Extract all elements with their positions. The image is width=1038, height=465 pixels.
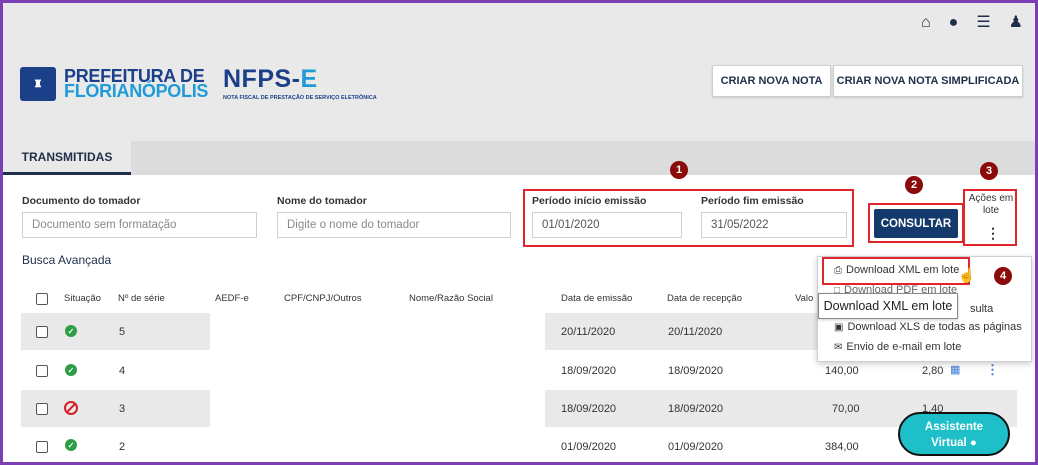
- name-input[interactable]: Digite o nome do tomador: [277, 212, 511, 238]
- top-icons: ⌂ ● ☰ ♟: [921, 15, 1023, 31]
- badge-3: 3: [980, 162, 998, 180]
- col-serie: Nº de série: [118, 293, 165, 304]
- row-blank-cells: [210, 390, 545, 427]
- globe-icon[interactable]: ●: [949, 15, 959, 31]
- row-serie: 3: [119, 403, 126, 415]
- virtual-assistant-button[interactable]: Assistente Virtual ●: [898, 412, 1010, 456]
- row-recepcao: 01/09/2020: [668, 441, 724, 453]
- app-title-accent: E: [300, 65, 318, 93]
- col-recepcao: Data de recepção: [667, 293, 742, 304]
- advanced-search-link[interactable]: Busca Avançada: [22, 253, 111, 267]
- app-frame: ⌂ ● ☰ ♟ ♜ PREFEITURA DE FLORIANÓPOLIS NF…: [0, 0, 1038, 465]
- menu-item-email[interactable]: ✉ Envio de e-mail em lote: [834, 341, 961, 353]
- row-checkbox[interactable]: [36, 326, 48, 338]
- row-checkbox[interactable]: [36, 365, 48, 377]
- menu-icon[interactable]: ☰: [976, 15, 990, 31]
- status-ok-icon: ✓: [65, 364, 77, 376]
- badge-4: 4: [994, 267, 1012, 285]
- row-serie: 5: [119, 326, 126, 338]
- consultar-button[interactable]: CONSULTAR: [874, 209, 958, 238]
- bulk-actions-kebab-icon[interactable]: ⋮: [986, 225, 1000, 242]
- start-date-label: Período início emissão: [532, 195, 647, 207]
- user-icon[interactable]: ♟: [1009, 15, 1023, 31]
- xml-item-highlight: [822, 257, 970, 285]
- row-kebab-icon[interactable]: ⋮: [986, 362, 999, 378]
- row-checkbox[interactable]: [36, 403, 48, 415]
- status-cancelled-icon: [64, 401, 78, 415]
- table-row[interactable]: [21, 428, 1017, 462]
- app-brand: NFPS-E NOTA FISCAL DE PRESTAÇÃO DE SERVI…: [223, 65, 377, 101]
- tab-transmitidas[interactable]: TRANSMITIDAS: [3, 141, 131, 175]
- row-valor: 384,00: [825, 441, 859, 453]
- status-ok-icon: ✓: [65, 325, 77, 337]
- col-nome: Nome/Razão Social: [409, 293, 493, 304]
- header: ⌂ ● ☰ ♟ ♜ PREFEITURA DE FLORIANÓPOLIS NF…: [3, 3, 1035, 141]
- create-simple-note-button[interactable]: CRIAR NOVA NOTA SIMPLIFICADA: [833, 65, 1023, 97]
- tab-bar: TRANSMITIDAS: [3, 141, 1035, 175]
- menu-item-download-xls[interactable]: ▣ Download XLS de todas as páginas: [834, 321, 1022, 333]
- col-situacao: Situação: [64, 293, 101, 304]
- home-icon[interactable]: ⌂: [921, 15, 931, 31]
- row-valor: 70,00: [832, 403, 860, 415]
- hand-cursor-icon: ☝: [958, 267, 976, 283]
- row-valor: 140,00: [825, 365, 859, 377]
- row-serie: 2: [119, 441, 126, 453]
- chat-bubble-icon: ●: [969, 437, 977, 449]
- start-date-input[interactable]: 01/01/2020: [532, 212, 682, 238]
- menu-item-consulta-fragment[interactable]: sulta: [970, 303, 993, 315]
- row-serie: 4: [119, 365, 126, 377]
- col-valor: Valo: [795, 293, 814, 304]
- prefeitura-logo: ♜ PREFEITURA DE FLORIANÓPOLIS: [20, 67, 208, 101]
- assistant-line2: Virtual: [931, 437, 967, 449]
- badge-2: 2: [905, 176, 923, 194]
- acoes-label: Ações em lote: [968, 193, 1014, 216]
- app-subtitle: NOTA FISCAL DE PRESTAÇÃO DE SERVIÇO ELET…: [223, 95, 377, 101]
- row-emissao: 01/09/2020: [561, 441, 617, 453]
- envelope-icon: ✉: [834, 342, 843, 353]
- row-recepcao: 18/09/2020: [668, 365, 724, 377]
- assistant-line1: Assistente: [924, 421, 984, 433]
- status-ok-icon: ✓: [65, 439, 77, 451]
- row-emissao: 20/11/2020: [561, 326, 616, 338]
- spreadsheet-icon: ▣: [834, 322, 844, 333]
- end-date-input[interactable]: 31/05/2022: [701, 212, 847, 238]
- row-checkbox[interactable]: [36, 441, 48, 453]
- col-aedf: AEDF-e: [215, 293, 249, 304]
- doc-label: Documento do tomador: [22, 195, 141, 207]
- row-recepcao: 18/09/2020: [668, 403, 724, 415]
- app-title: NFPS-: [223, 65, 301, 93]
- row-recepcao: 20/11/2020: [668, 326, 723, 338]
- row-emissao: 18/09/2020: [561, 403, 617, 415]
- col-emissao: Data de emissão: [561, 293, 633, 304]
- tooltip: Download XML em lote: [818, 293, 958, 319]
- doc-input[interactable]: Documento sem formatação: [22, 212, 257, 238]
- row-blank-cells: [210, 313, 545, 350]
- name-label: Nome do tomador: [277, 195, 367, 207]
- badge-1: 1: [670, 161, 688, 179]
- crest-icon: ♜: [20, 67, 56, 101]
- row-emissao: 18/09/2020: [561, 365, 617, 377]
- create-note-button[interactable]: CRIAR NOVA NOTA: [712, 65, 831, 97]
- col-cpf: CPF/CNPJ/Outros: [284, 293, 362, 304]
- pdf-icon[interactable]: ▦: [950, 363, 960, 376]
- select-all-checkbox[interactable]: [36, 293, 48, 305]
- end-date-label: Período fim emissão: [701, 195, 804, 207]
- row-iss: 2,80: [922, 365, 944, 377]
- logo-line2: FLORIANÓPOLIS: [64, 81, 209, 101]
